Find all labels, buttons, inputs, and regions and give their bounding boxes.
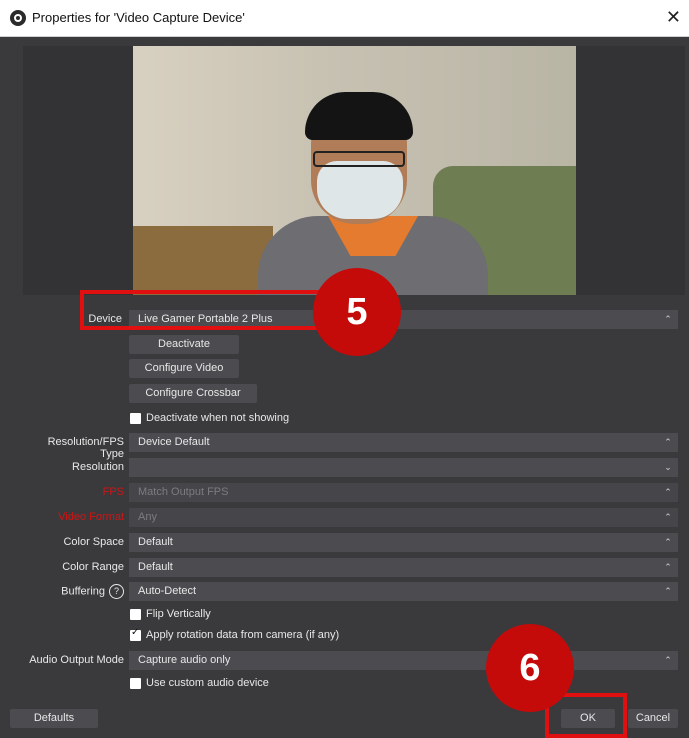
- close-icon[interactable]: ✕: [666, 7, 681, 27]
- deactivate-when-not-showing-label: Deactivate when not showing: [146, 412, 290, 424]
- flip-vertically-label: Flip Vertically: [146, 608, 211, 620]
- fps-select[interactable]: Match Output FPS ⌃: [129, 483, 678, 502]
- video-format-label: Video Format: [58, 511, 124, 523]
- spin-arrows-icon: ⌃: [664, 586, 672, 596]
- step-5-badge: 5: [313, 268, 401, 356]
- buffering-label-group: Buffering?: [24, 584, 124, 599]
- properties-dialog: Device Live Gamer Portable 2 Plus ⌃ Deac…: [0, 37, 689, 738]
- audio-output-mode-select[interactable]: Capture audio only ⌃: [129, 651, 678, 670]
- spin-arrows-icon: ⌃: [664, 487, 672, 497]
- help-icon[interactable]: ?: [109, 584, 124, 599]
- use-custom-audio-checkbox[interactable]: [130, 678, 141, 689]
- spin-arrows-icon: ⌃: [664, 314, 672, 324]
- audio-output-mode-label: Audio Output Mode: [29, 654, 124, 666]
- buffering-label: Buffering: [61, 585, 105, 598]
- window-title: Properties for 'Video Capture Device': [32, 10, 245, 25]
- video-format-value: Any: [138, 511, 157, 523]
- flip-vertically-checkbox[interactable]: [130, 609, 141, 620]
- configure-crossbar-button[interactable]: Configure Crossbar: [129, 384, 257, 403]
- resolution-fps-type-label: Resolution/FPS Type: [47, 436, 124, 460]
- spin-arrows-icon: ⌃: [664, 537, 672, 547]
- chevron-down-icon: ⌄: [664, 462, 672, 472]
- buffering-value: Auto-Detect: [138, 585, 197, 597]
- deactivate-button[interactable]: Deactivate: [129, 335, 239, 354]
- color-space-label: Color Space: [63, 536, 124, 548]
- color-range-select[interactable]: Default ⌃: [129, 558, 678, 577]
- title-bar: Properties for 'Video Capture Device' ✕: [0, 0, 689, 37]
- resolution-combo[interactable]: ⌄: [129, 458, 678, 477]
- spin-arrows-icon: ⌃: [664, 562, 672, 572]
- spin-arrows-icon: ⌃: [664, 512, 672, 522]
- obs-logo-icon: [10, 10, 26, 26]
- spin-arrows-icon: ⌃: [664, 655, 672, 665]
- color-space-value: Default: [138, 536, 173, 548]
- apply-rotation-label: Apply rotation data from camera (if any): [146, 629, 340, 641]
- resolution-label: Resolution: [72, 461, 124, 473]
- use-custom-audio-label: Use custom audio device: [146, 677, 269, 689]
- device-highlight-frame: [80, 290, 332, 330]
- audio-output-mode-value: Capture audio only: [138, 654, 231, 666]
- color-range-label: Color Range: [62, 561, 124, 573]
- color-space-select[interactable]: Default ⌃: [129, 533, 678, 552]
- fps-label: FPS: [102, 486, 124, 498]
- spin-arrows-icon: ⌃: [664, 437, 672, 447]
- fps-value: Match Output FPS: [138, 486, 229, 498]
- deactivate-when-not-showing-checkbox[interactable]: [130, 413, 141, 424]
- video-format-select[interactable]: Any ⌃: [129, 508, 678, 527]
- buffering-select[interactable]: Auto-Detect ⌃: [129, 582, 678, 601]
- defaults-button[interactable]: Defaults: [10, 709, 98, 728]
- resolution-fps-type-value: Device Default: [138, 436, 210, 448]
- camera-preview-image: [133, 46, 576, 295]
- step-6-badge: 6: [486, 624, 574, 712]
- configure-video-button[interactable]: Configure Video: [129, 359, 239, 378]
- color-range-value: Default: [138, 561, 173, 573]
- resolution-fps-type-select[interactable]: Device Default ⌃: [129, 433, 678, 452]
- cancel-button[interactable]: Cancel: [628, 709, 678, 728]
- apply-rotation-checkbox[interactable]: [130, 627, 141, 641]
